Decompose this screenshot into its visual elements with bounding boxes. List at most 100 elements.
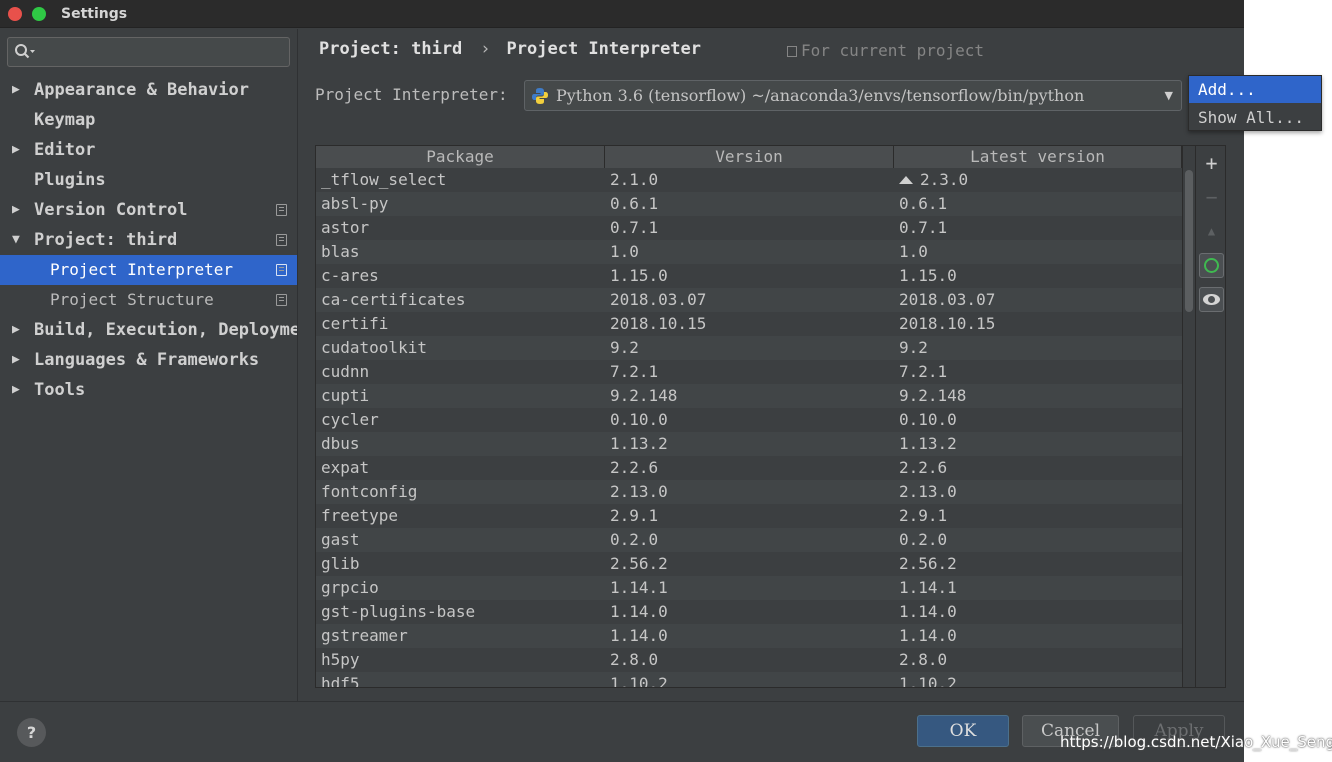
- sidebar-item[interactable]: ▶ Appearance & Behavior: [0, 75, 297, 105]
- table-row[interactable]: cycler 0.10.0 0.10.0: [316, 408, 1182, 432]
- scope-note-text: For current project: [801, 41, 985, 60]
- copy-icon: [787, 46, 797, 57]
- column-header-version[interactable]: Version: [605, 146, 894, 168]
- sidebar-item[interactable]: Project Structure: [0, 285, 297, 315]
- table-row[interactable]: absl-py 0.6.1 0.6.1: [316, 192, 1182, 216]
- install-package-button[interactable]: +: [1199, 151, 1224, 176]
- breadcrumb-parent[interactable]: Project: third: [319, 39, 462, 59]
- latest-version-cell: 7.2.1: [899, 360, 947, 384]
- sidebar-item-label: Plugins: [34, 170, 106, 190]
- table-row[interactable]: c-ares 1.15.0 1.15.0: [316, 264, 1182, 288]
- version-cell: 2.13.0: [610, 482, 668, 501]
- package-name-cell: h5py: [321, 650, 360, 669]
- package-name-cell: _tflow_select: [321, 170, 447, 189]
- scope-note: For current project: [787, 41, 984, 60]
- chevron-right-icon[interactable]: ▶: [12, 345, 26, 375]
- table-row[interactable]: certifi 2018.10.15 2018.10.15: [316, 312, 1182, 336]
- version-cell: 2.1.0: [610, 170, 659, 189]
- latest-version-text: 2.3.0: [920, 170, 969, 189]
- close-window-button[interactable]: [8, 7, 22, 21]
- package-name-cell: gast: [321, 530, 360, 549]
- sidebar-item[interactable]: ▶ Version Control: [0, 195, 297, 225]
- sidebar-item[interactable]: ▶ Build, Execution, Deployment: [0, 315, 297, 345]
- table-row[interactable]: ca-certificates 2018.03.07 2018.03.07: [316, 288, 1182, 312]
- interpreter-value: Python 3.6 (tensorflow) ~/anaconda3/envs…: [556, 86, 1085, 105]
- sidebar-item-label: Tools: [34, 380, 86, 400]
- table-row[interactable]: h5py 2.8.0 2.8.0: [316, 648, 1182, 672]
- maximize-window-button[interactable]: [32, 7, 46, 21]
- table-row[interactable]: _tflow_select 2.1.0 2.3.0: [316, 168, 1182, 192]
- scrollbar-thumb[interactable]: [1185, 170, 1193, 312]
- interpreter-select[interactable]: Python 3.6 (tensorflow) ~/anaconda3/envs…: [524, 80, 1182, 111]
- add-interpreter-menu-item[interactable]: Add...: [1189, 76, 1321, 103]
- ok-button[interactable]: OK: [917, 715, 1009, 747]
- package-name-cell: ca-certificates: [321, 290, 466, 309]
- watermark: https://blog.csdn.net/Xiao_Xue_Seng: [1060, 733, 1332, 751]
- chevron-right-icon[interactable]: ▶: [12, 375, 26, 405]
- table-row[interactable]: hdf5 1.10.2 1.10.2: [316, 672, 1182, 687]
- version-cell: 1.15.0: [610, 266, 668, 285]
- version-cell: 2.2.6: [610, 458, 659, 477]
- latest-version-cell: 0.7.1: [899, 216, 947, 240]
- latest-version-cell: 2.9.1: [899, 504, 947, 528]
- search-input[interactable]: [40, 41, 280, 63]
- table-row[interactable]: astor 0.7.1 0.7.1: [316, 216, 1182, 240]
- help-button[interactable]: ?: [17, 718, 46, 747]
- chevron-down-icon[interactable]: ▼: [1165, 81, 1173, 110]
- sidebar-item-label: Project: third: [34, 230, 178, 250]
- uninstall-package-button[interactable]: −: [1199, 185, 1224, 210]
- sidebar-item[interactable]: ▶ Editor: [0, 135, 297, 165]
- package-name-cell: expat: [321, 458, 370, 477]
- sidebar-item[interactable]: Project Interpreter: [0, 255, 297, 285]
- table-row[interactable]: expat 2.2.6 2.2.6: [316, 456, 1182, 480]
- latest-version-text: 2018.03.07: [899, 290, 996, 309]
- package-name-cell: grpcio: [321, 578, 379, 597]
- latest-version-text: 0.2.0: [899, 530, 948, 549]
- table-row[interactable]: gst-plugins-base 1.14.0 1.14.0: [316, 600, 1182, 624]
- sidebar-item[interactable]: Plugins: [0, 165, 297, 195]
- package-name-cell: fontconfig: [321, 482, 418, 501]
- chevron-right-icon[interactable]: ▶: [12, 315, 26, 345]
- show-all-interpreters-menu-item[interactable]: Show All...: [1189, 104, 1321, 131]
- sidebar-item[interactable]: ▶ Tools: [0, 375, 297, 405]
- table-row[interactable]: cupti 9.2.148 9.2.148: [316, 384, 1182, 408]
- version-cell: 2.56.2: [610, 554, 668, 573]
- refresh-icon: [1204, 258, 1219, 273]
- chevron-right-icon[interactable]: ▶: [12, 135, 26, 165]
- sidebar-item[interactable]: ▼ Project: third: [0, 225, 297, 255]
- column-header-package[interactable]: Package: [316, 146, 605, 168]
- interpreter-options-popup: Add... Show All...: [1188, 75, 1322, 131]
- table-row[interactable]: cudatoolkit 9.2 9.2: [316, 336, 1182, 360]
- latest-version-cell: 1.13.2: [899, 432, 957, 456]
- refresh-button[interactable]: [1199, 253, 1224, 278]
- chevron-right-icon[interactable]: ▶: [12, 75, 26, 105]
- version-cell: 1.10.2: [610, 674, 668, 687]
- latest-version-cell: 2.13.0: [899, 480, 957, 504]
- sidebar-item-label: Project Interpreter: [50, 260, 234, 279]
- table-row[interactable]: glib 2.56.2 2.56.2: [316, 552, 1182, 576]
- table-row[interactable]: freetype 2.9.1 2.9.1: [316, 504, 1182, 528]
- search-box[interactable]: [7, 37, 290, 67]
- table-row[interactable]: dbus 1.13.2 1.13.2: [316, 432, 1182, 456]
- table-scrollbar[interactable]: [1182, 146, 1194, 687]
- latest-version-text: 1.15.0: [899, 266, 957, 285]
- latest-version-text: 2.56.2: [899, 554, 957, 573]
- table-row[interactable]: cudnn 7.2.1 7.2.1: [316, 360, 1182, 384]
- sidebar-item[interactable]: ▶ Languages & Frameworks: [0, 345, 297, 375]
- table-row[interactable]: fontconfig 2.13.0 2.13.0: [316, 480, 1182, 504]
- chevron-right-icon[interactable]: ▶: [12, 195, 26, 225]
- version-cell: 7.2.1: [610, 362, 659, 381]
- package-name-cell: certifi: [321, 314, 389, 333]
- column-header-latest-version[interactable]: Latest version: [894, 146, 1182, 168]
- table-row[interactable]: gast 0.2.0 0.2.0: [316, 528, 1182, 552]
- upgrade-package-button[interactable]: ▲: [1199, 219, 1224, 244]
- table-row[interactable]: blas 1.0 1.0: [316, 240, 1182, 264]
- chevron-down-icon[interactable]: ▼: [12, 225, 26, 255]
- latest-version-text: 0.10.0: [899, 410, 957, 429]
- search-icon[interactable]: [14, 43, 36, 61]
- sidebar-item[interactable]: Keymap: [0, 105, 297, 135]
- latest-version-cell: 0.6.1: [899, 192, 947, 216]
- table-row[interactable]: grpcio 1.14.1 1.14.1: [316, 576, 1182, 600]
- table-row[interactable]: gstreamer 1.14.0 1.14.0: [316, 624, 1182, 648]
- show-early-releases-button[interactable]: [1199, 287, 1224, 312]
